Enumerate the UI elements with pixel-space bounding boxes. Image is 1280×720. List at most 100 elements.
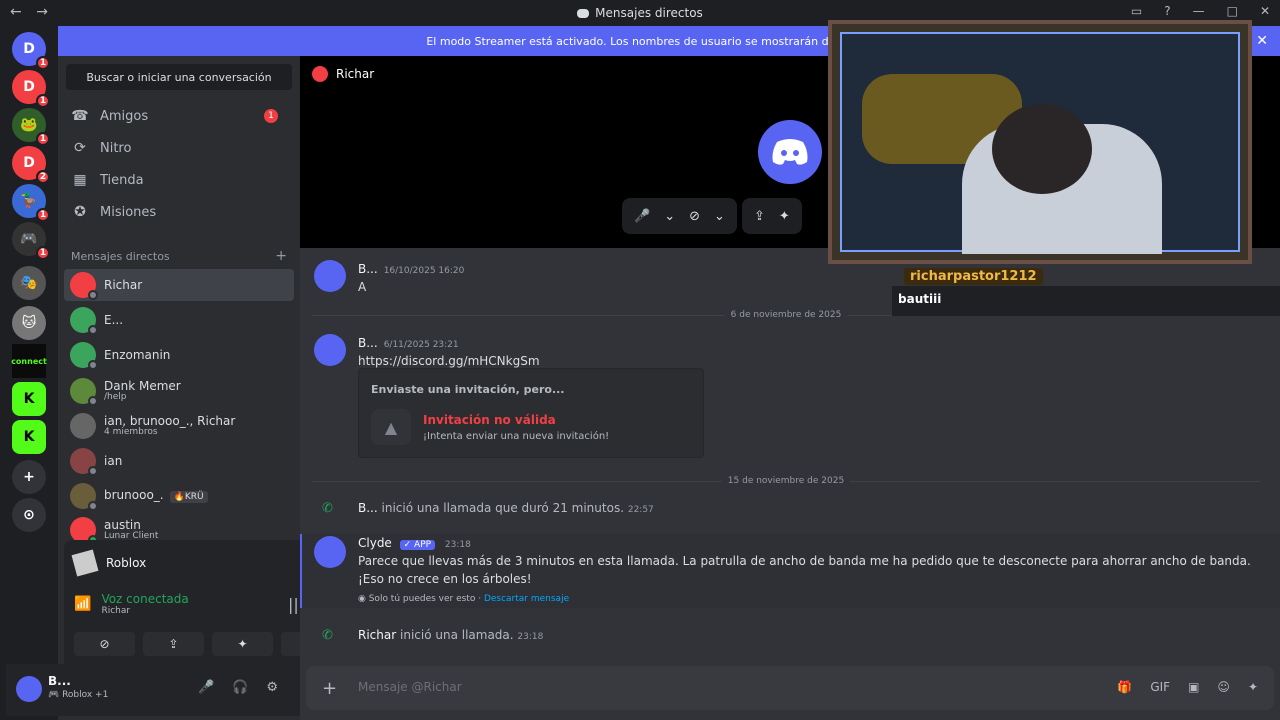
activity-icon[interactable]: ✦ xyxy=(779,209,790,224)
chevron-down-icon[interactable]: ⌄ xyxy=(714,209,725,224)
status-indicator xyxy=(88,396,98,406)
server-icon[interactable]: D2 xyxy=(12,146,50,184)
status-indicator xyxy=(88,501,98,511)
avatar xyxy=(70,307,98,335)
avatar[interactable] xyxy=(314,260,346,292)
notification-badge: 1 xyxy=(264,109,278,123)
user-controls: 🎤 🎧 ⚙ xyxy=(198,680,278,695)
dm-item[interactable]: Richar xyxy=(64,269,294,301)
avatar xyxy=(70,413,96,439)
server-icon[interactable]: K xyxy=(12,420,46,454)
avatar xyxy=(70,272,98,300)
dm-name: ian xyxy=(104,454,123,468)
webcam-overlay xyxy=(828,20,1252,264)
dm-item[interactable]: ian xyxy=(64,445,294,477)
dm-text: Richar xyxy=(104,279,142,291)
nav-item-nitro[interactable]: ⟳ Nitro xyxy=(66,133,292,163)
status-indicator xyxy=(88,290,98,300)
close-icon[interactable]: ✕ xyxy=(1260,4,1270,18)
nav-label: Nitro xyxy=(100,140,132,156)
microphone-icon[interactable]: 🎤 xyxy=(198,680,214,695)
dm-name: E... xyxy=(104,313,124,327)
gear-icon[interactable]: ⚙ xyxy=(266,680,278,695)
share-screen-icon[interactable]: ⇪ xyxy=(754,209,765,224)
server-icon[interactable]: 🐱 xyxy=(12,306,46,340)
nav-item-shop[interactable]: ▦ Tienda xyxy=(66,165,292,195)
server-icon[interactable]: 🐸 1 xyxy=(12,108,50,146)
message-author[interactable]: B... xyxy=(358,262,378,276)
message-author[interactable]: B... xyxy=(358,336,378,350)
activity-icon[interactable]: ✦ xyxy=(212,632,273,656)
message-author[interactable]: Clyde xyxy=(358,536,392,550)
microphone-icon[interactable]: 🎤 xyxy=(634,209,650,224)
maximize-icon[interactable]: □ xyxy=(1227,4,1238,18)
dm-text: austin Lunar Client xyxy=(104,519,158,541)
phone-icon: ✆ xyxy=(322,501,333,516)
stream-icon[interactable]: ▭ xyxy=(1131,4,1142,18)
window-controls: ▭? — □ ✕ xyxy=(1131,4,1270,18)
avatar xyxy=(70,342,98,370)
server-icon[interactable]: D1 xyxy=(12,32,50,70)
add-attachment-icon[interactable]: + xyxy=(322,678,337,699)
gift-icon[interactable]: 🎁 xyxy=(1117,680,1132,694)
dm-item[interactable]: ian, brunooo_., Richar 4 miembros xyxy=(64,410,294,442)
server-label: K xyxy=(23,391,35,407)
server-icon[interactable]: ⊙ xyxy=(12,498,46,532)
camera-off-icon[interactable]: ⊘ xyxy=(689,209,700,224)
clyde-avatar[interactable] xyxy=(314,536,346,568)
server-icon[interactable]: D1 xyxy=(12,70,50,108)
dm-text: E... xyxy=(104,314,123,326)
date-divider: 15 de noviembre de 2025 xyxy=(312,476,1260,486)
quests-icon: ✪ xyxy=(74,204,86,220)
voice-channel[interactable]: Richar xyxy=(101,606,188,616)
search-conversation-button[interactable]: Buscar o iniciar una conversación xyxy=(66,64,292,90)
dismiss-message-link[interactable]: Descartar mensaje xyxy=(484,594,569,604)
server-label: + xyxy=(23,469,35,485)
activity-roblox[interactable]: Roblox ⇪ xyxy=(71,549,330,577)
server-icon[interactable]: + xyxy=(12,460,46,494)
dm-item[interactable]: brunooo_. 🔥KRÜ xyxy=(64,480,294,512)
avatar[interactable] xyxy=(16,676,42,702)
avatar[interactable] xyxy=(314,334,346,366)
nav-item-quests[interactable]: ✪ Misiones xyxy=(66,197,292,227)
unread-badge: 1 xyxy=(36,94,50,108)
share-activity-controls: ⇪ ✦ xyxy=(742,198,802,234)
avatar xyxy=(70,483,98,511)
message-input[interactable]: Mensaje @Richar xyxy=(358,680,462,694)
status-indicator xyxy=(88,466,98,476)
call-avatar[interactable] xyxy=(758,120,822,184)
nav-item-friends[interactable]: ☎ Amigos 1 xyxy=(66,101,292,131)
gif-icon[interactable]: GIF xyxy=(1150,680,1170,694)
server-icon[interactable]: 🎮 1 xyxy=(12,222,50,260)
username[interactable]: B... xyxy=(48,674,71,688)
dm-section-header: Mensajes directos + xyxy=(71,248,287,264)
dm-item[interactable]: E... xyxy=(64,304,294,336)
share-screen-icon[interactable]: ⇪ xyxy=(143,632,204,656)
add-dm-icon[interactable]: + xyxy=(275,248,287,264)
server-icon[interactable]: K xyxy=(12,382,46,416)
unread-badge: 1 xyxy=(36,56,50,70)
server-icon[interactable]: 🎭 xyxy=(12,266,46,300)
message-time: 16/10/2025 16:20 xyxy=(383,266,465,276)
apps-icon[interactable]: ✦ xyxy=(1248,680,1258,694)
dm-item[interactable]: Dank Memer/help xyxy=(64,375,294,407)
unread-badge: 1 xyxy=(36,246,50,260)
discord-logo-icon xyxy=(772,139,808,165)
help-icon[interactable]: ? xyxy=(1164,4,1170,18)
user-panel: B... 🎮 Roblox +1 🎤 🎧 ⚙ xyxy=(6,664,292,716)
minimize-icon[interactable]: — xyxy=(1193,4,1205,18)
clan-tag: 🔥KRÜ xyxy=(169,491,208,503)
sticker-icon[interactable]: ▣ xyxy=(1188,680,1199,694)
camera-off-icon[interactable]: ⊘ xyxy=(74,632,135,656)
dm-item[interactable]: Enzomanin xyxy=(64,339,294,371)
server-icon[interactable]: connect xyxy=(11,344,47,378)
close-icon[interactable]: ✕ xyxy=(1256,33,1268,49)
server-label: 🐱 xyxy=(21,315,37,331)
message-composer: + Mensaje @Richar 🎁 GIF ▣ ☺ ✦ xyxy=(306,666,1274,710)
server-icon[interactable]: 🦆 1 xyxy=(12,184,50,222)
chat-overlay-message: bautiii xyxy=(892,286,1280,316)
chevron-down-icon[interactable]: ⌄ xyxy=(664,209,675,224)
emoji-icon[interactable]: ☺ xyxy=(1217,680,1230,694)
message-time: 6/11/2025 23:21 xyxy=(383,340,459,350)
headphones-icon[interactable]: 🎧 xyxy=(232,680,248,695)
